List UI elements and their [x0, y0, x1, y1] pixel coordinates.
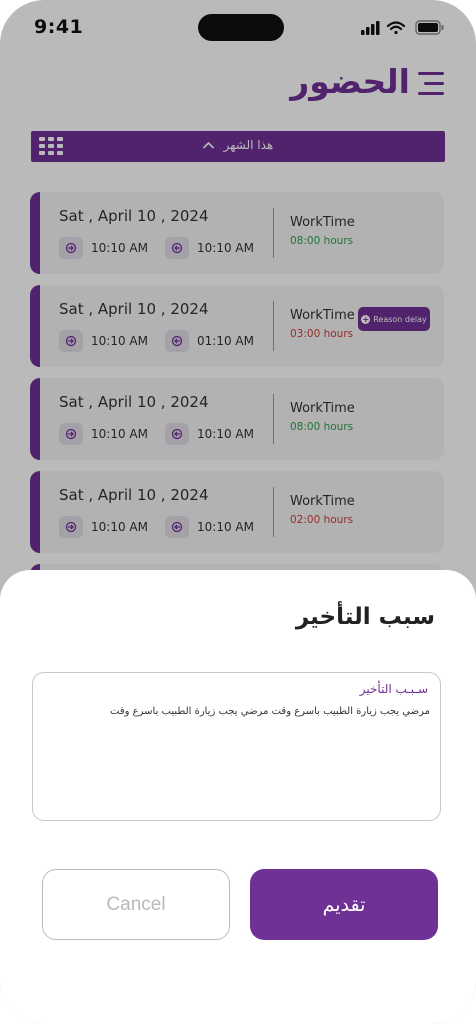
submit-button[interactable]: تقديم: [250, 869, 438, 940]
sheet-title: سبب التأخير: [295, 604, 435, 630]
reason-textarea[interactable]: سـبـب التأخير مرضي يجب زيارة الطبيب باسر…: [32, 672, 441, 821]
phone-screen: 9:41 الحضور هذا الشهر Sat , April 10 , 2…: [0, 0, 476, 1024]
reason-field-label: سـبـب التأخير: [359, 682, 428, 696]
cancel-button[interactable]: Cancel: [42, 869, 230, 940]
delay-reason-sheet: سبب التأخير سـبـب التأخير مرضي يجب زيارة…: [0, 570, 476, 1024]
reason-field-value[interactable]: مرضي يجب زيارة الطبيب باسرع وقت مرضي يجب…: [43, 704, 430, 720]
